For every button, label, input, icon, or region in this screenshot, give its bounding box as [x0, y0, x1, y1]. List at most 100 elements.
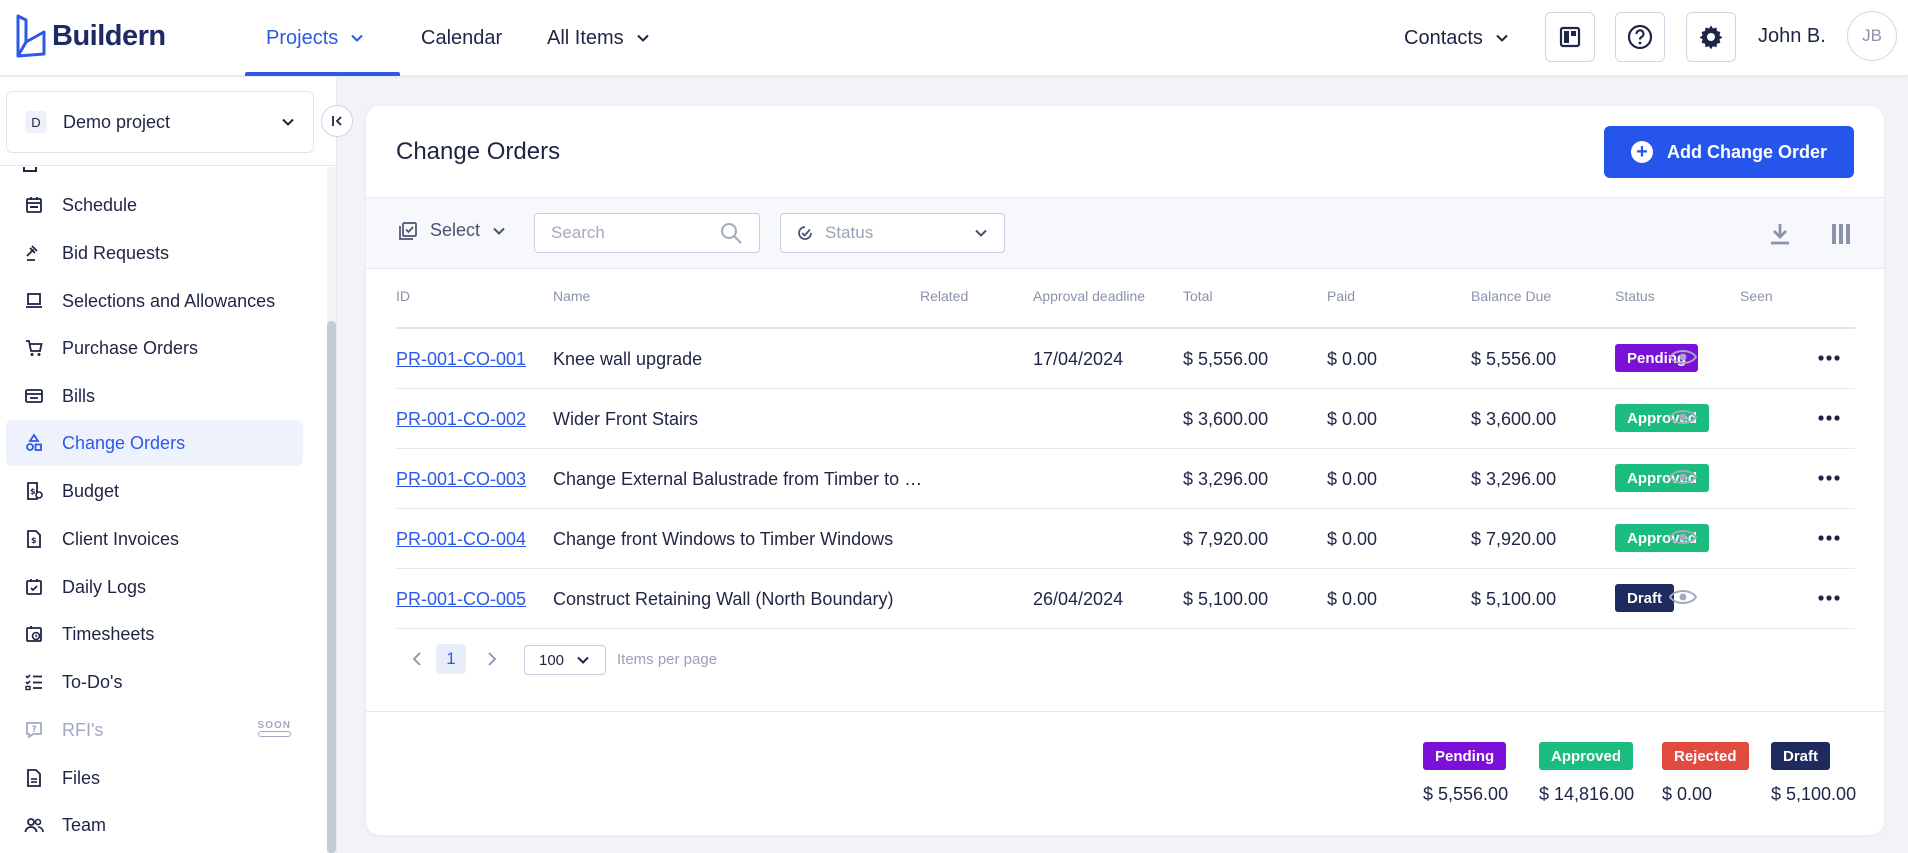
help-button[interactable]: [1615, 12, 1665, 62]
sidebar-item-label: To-Do's: [62, 671, 123, 692]
user-name[interactable]: John B.: [1758, 25, 1826, 48]
sidebar-item-budget[interactable]: $ Budget: [6, 468, 303, 514]
change-order-name: Change External Balustrade from Timber t…: [553, 469, 923, 489]
sidebar-item-label: Client Invoices: [62, 528, 180, 549]
sidebar-item-timesheets[interactable]: Timesheets: [6, 611, 303, 657]
more-options-icon[interactable]: [1818, 411, 1840, 425]
table-row[interactable]: PR-001-CO-004 Change front Windows to Ti…: [396, 509, 1855, 569]
nav-calendar-label: Calendar: [421, 26, 503, 49]
change-order-total: $ 5,556.00: [1183, 349, 1269, 369]
column-header-name[interactable]: Name: [553, 288, 590, 304]
table-toolbar: Select Status: [366, 197, 1884, 269]
sidebar-scrollbar-thumb[interactable]: [327, 321, 336, 853]
sidebar-item-purchase-orders[interactable]: Purchase Orders: [6, 325, 303, 371]
select-label: Select: [430, 220, 481, 240]
column-header-total[interactable]: Total: [1183, 288, 1213, 304]
sidebar-item-change-orders[interactable]: Change Orders: [6, 420, 303, 466]
select-dropdown[interactable]: Select: [398, 220, 506, 241]
column-header-seen[interactable]: Seen: [1740, 288, 1773, 304]
change-order-paid: $ 0.00: [1327, 529, 1378, 549]
sidebar-item-todos[interactable]: To-Do's: [6, 659, 303, 705]
column-header-balance-due[interactable]: Balance Due: [1471, 288, 1551, 304]
project-selector[interactable]: D Demo project: [6, 91, 314, 153]
search-input[interactable]: [551, 223, 719, 243]
sidebar-item-team[interactable]: Team: [6, 802, 303, 848]
add-change-order-button[interactable]: + Add Change Order: [1604, 126, 1854, 178]
change-order-id-link[interactable]: PR-001-CO-001: [396, 349, 526, 370]
sidebar-item-selections[interactable]: Selections and Allowances: [6, 278, 303, 324]
page-number-current[interactable]: 1: [436, 644, 466, 674]
nav-contacts[interactable]: Contacts: [1404, 0, 1509, 76]
sidebar-item-rfis: ? RFI's SOON: [6, 707, 303, 753]
nav-projects[interactable]: Projects: [245, 0, 400, 76]
nav-calendar[interactable]: Calendar: [421, 0, 502, 76]
download-button[interactable]: [1769, 222, 1791, 251]
search-box[interactable]: [534, 213, 760, 253]
table-row[interactable]: PR-001-CO-002 Wider Front Stairs $ 3,600…: [396, 389, 1855, 449]
previous-page-icon[interactable]: [411, 651, 423, 667]
more-options-icon[interactable]: [1818, 351, 1840, 365]
nav-all-items[interactable]: All Items: [547, 0, 650, 76]
change-order-balance: $ 5,100.00: [1471, 589, 1557, 609]
more-options-icon[interactable]: [1818, 531, 1840, 545]
column-header-related[interactable]: Related: [920, 288, 968, 304]
gavel-icon: [26, 245, 38, 261]
sidebar-item-bid-requests[interactable]: Bid Requests: [6, 230, 303, 276]
items-per-page-select[interactable]: 100: [524, 645, 606, 675]
sidebar-item-daily-logs[interactable]: Daily Logs: [6, 564, 303, 610]
wallet-icon: [25, 389, 43, 403]
eye-icon[interactable]: [1669, 527, 1697, 547]
eye-icon[interactable]: [1669, 587, 1697, 607]
dashboard-button[interactable]: [1545, 12, 1595, 62]
columns-button[interactable]: [1830, 222, 1852, 251]
eye-icon[interactable]: [1669, 467, 1697, 487]
file-icon: [27, 769, 41, 787]
settings-button[interactable]: [1686, 12, 1736, 62]
sidebar-item-client-invoices[interactable]: $ Client Invoices: [6, 516, 303, 562]
avatar[interactable]: JB: [1847, 11, 1897, 61]
change-order-name: Wider Front Stairs: [553, 409, 699, 429]
sidebar-item-label: Daily Logs: [62, 576, 147, 597]
table-row[interactable]: PR-001-CO-001 Knee wall upgrade 17/04/20…: [396, 329, 1855, 389]
change-order-id-link[interactable]: PR-001-CO-005: [396, 589, 526, 610]
more-options-icon[interactable]: [1818, 591, 1840, 605]
sidebar-item-files[interactable]: Files: [6, 755, 303, 801]
change-order-deadline: 17/04/2024: [1033, 349, 1124, 369]
status-filter[interactable]: Status: [780, 213, 1005, 253]
column-header-status[interactable]: Status: [1615, 288, 1655, 304]
next-page-icon[interactable]: [486, 651, 498, 667]
summary-divider: [366, 711, 1884, 712]
change-order-id-link[interactable]: PR-001-CO-004: [396, 529, 526, 550]
change-order-deadline: 26/04/2024: [1033, 589, 1124, 609]
calendar-icon: [26, 197, 42, 213]
column-header-approval-deadline[interactable]: Approval deadline: [1033, 288, 1145, 304]
change-orders-card: Change Orders + Add Change Order Select …: [366, 106, 1884, 835]
change-order-total: $ 5,100.00: [1183, 589, 1269, 609]
chevron-down-icon: [1496, 34, 1508, 42]
change-order-id-link[interactable]: PR-001-CO-002: [396, 409, 526, 430]
table-row[interactable]: PR-001-CO-005 Construct Retaining Wall (…: [396, 569, 1855, 629]
change-order-id-link[interactable]: PR-001-CO-003: [396, 469, 526, 490]
column-header-id[interactable]: ID: [396, 288, 410, 304]
sidebar-item-schedule[interactable]: Schedule: [6, 182, 303, 228]
summary-value-pending: $ 5,556.00: [1423, 784, 1509, 804]
column-header-paid[interactable]: Paid: [1327, 288, 1355, 304]
eye-icon[interactable]: [1669, 407, 1697, 427]
search-icon: [721, 223, 742, 244]
download-icon: [1771, 224, 1789, 245]
chevron-down-icon: [493, 227, 505, 235]
chevron-down-icon: [975, 229, 987, 237]
summary-value-approved: $ 14,816.00: [1539, 784, 1635, 804]
sidebar-item-label: Bills: [62, 385, 96, 406]
collapse-sidebar-button[interactable]: [321, 105, 353, 137]
eye-icon[interactable]: [1669, 347, 1697, 367]
multi-select-icon: [399, 221, 417, 240]
collapse-left-icon: [332, 116, 342, 126]
table-row[interactable]: PR-001-CO-003 Change External Balustrade…: [396, 449, 1855, 509]
change-order-balance: $ 3,296.00: [1471, 469, 1557, 489]
sidebar-item-bills[interactable]: Bills: [6, 373, 303, 419]
app-logo[interactable]: Buildern: [14, 12, 166, 60]
nav-projects-label: Projects: [266, 26, 339, 49]
more-options-icon[interactable]: [1818, 471, 1840, 485]
change-order-total: $ 3,600.00: [1183, 409, 1269, 429]
